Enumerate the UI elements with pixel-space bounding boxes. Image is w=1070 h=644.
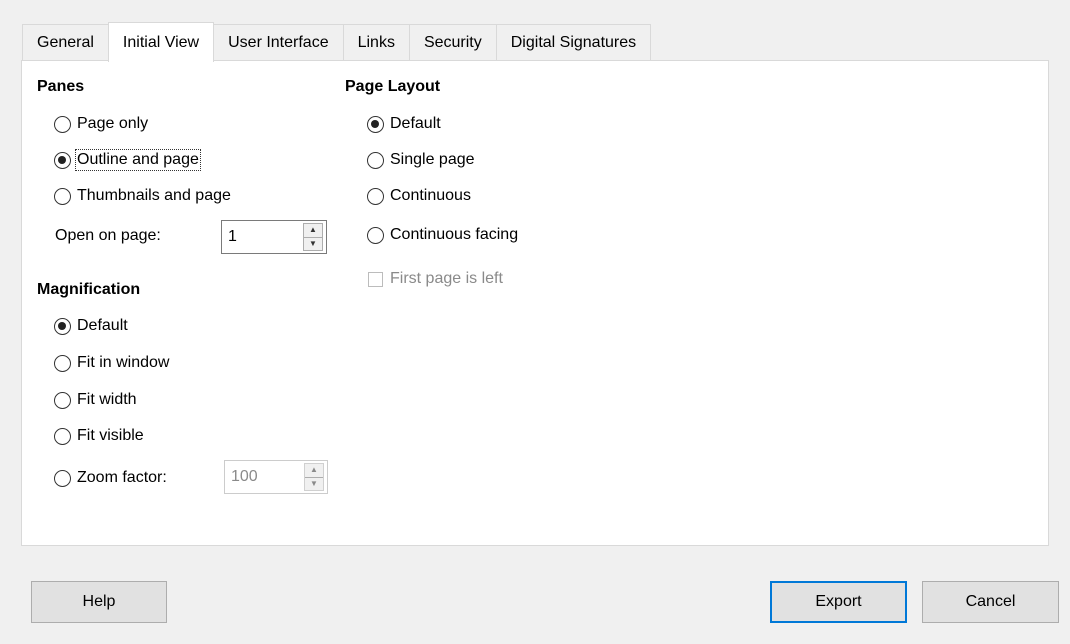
panes-heading: Panes xyxy=(37,78,85,95)
radio-thumbnails-and-page[interactable]: Thumbnails and page xyxy=(54,184,231,208)
page-layout-heading: Page Layout xyxy=(345,78,441,95)
radio-label: Default xyxy=(77,317,128,334)
initial-view-panel: Panes Page only Outline and page Thumbna… xyxy=(21,60,1049,546)
spin-up-icon[interactable]: ▲ xyxy=(305,464,323,477)
radio-fit-width[interactable]: Fit width xyxy=(54,388,137,412)
help-button[interactable]: Help xyxy=(31,581,167,623)
radio-checked-icon xyxy=(367,115,384,133)
radio-circle-icon xyxy=(54,187,71,205)
radio-single-page[interactable]: Single page xyxy=(367,148,475,172)
export-button[interactable]: Export xyxy=(770,581,907,623)
radio-label: Default xyxy=(390,115,441,132)
checkbox-box-icon xyxy=(368,271,383,287)
radio-circle-icon xyxy=(54,427,71,445)
radio-label: Continuous xyxy=(390,187,471,204)
spin-up-icon[interactable]: ▲ xyxy=(304,224,322,237)
radio-page-only[interactable]: Page only xyxy=(54,112,148,136)
radio-outline-and-page[interactable]: Outline and page xyxy=(54,148,201,172)
tab-general[interactable]: General xyxy=(22,24,109,61)
radio-circle-icon xyxy=(54,354,71,372)
radio-label: Single page xyxy=(390,151,475,168)
radio-circle-icon xyxy=(54,469,71,487)
radio-circle-icon xyxy=(367,151,384,169)
radio-circle-icon xyxy=(54,115,71,133)
radio-label: Page only xyxy=(77,115,149,132)
spin-down-icon[interactable]: ▼ xyxy=(304,236,322,251)
open-on-page-spinner[interactable]: 1 ▲ ▼ xyxy=(221,220,327,254)
spinner-arrows[interactable]: ▲ ▼ xyxy=(303,223,323,251)
radio-checked-icon xyxy=(54,151,71,169)
zoom-factor-spinner[interactable]: 100 ▲ ▼ xyxy=(224,460,328,494)
radio-label: Thumbnails and page xyxy=(77,187,231,204)
first-page-left-checkbox[interactable]: First page is left xyxy=(368,270,503,288)
radio-label: Zoom factor: xyxy=(77,469,167,486)
radio-zoom-factor[interactable]: Zoom factor: xyxy=(54,466,167,490)
zoom-factor-value[interactable]: 100 xyxy=(225,468,304,486)
open-on-page-label: Open on page: xyxy=(55,227,161,244)
cancel-button[interactable]: Cancel xyxy=(922,581,1059,623)
radio-layout-default[interactable]: Default xyxy=(367,112,441,136)
radio-fit-visible[interactable]: Fit visible xyxy=(54,424,144,448)
magnification-heading: Magnification xyxy=(37,281,141,298)
radio-continuous-facing[interactable]: Continuous facing xyxy=(367,223,518,247)
radio-label: Fit width xyxy=(77,391,137,408)
radio-circle-icon xyxy=(367,187,384,205)
radio-circle-icon xyxy=(367,226,384,244)
radio-label: Fit in window xyxy=(77,354,170,371)
checkbox-label: First page is left xyxy=(390,270,503,287)
tab-links[interactable]: Links xyxy=(342,24,410,61)
radio-mag-default[interactable]: Default xyxy=(54,314,128,338)
radio-label: Fit visible xyxy=(77,427,144,444)
radio-fit-in-window[interactable]: Fit in window xyxy=(54,351,169,375)
tab-bar: General Initial View User Interface Link… xyxy=(22,22,652,62)
tab-initial-view[interactable]: Initial View xyxy=(107,22,215,62)
radio-continuous[interactable]: Continuous xyxy=(367,184,471,208)
spinner-arrows[interactable]: ▲ ▼ xyxy=(304,463,324,491)
open-on-page-value[interactable]: 1 xyxy=(222,228,303,246)
radio-circle-icon xyxy=(54,391,71,409)
tab-digital-signatures[interactable]: Digital Signatures xyxy=(495,24,652,61)
radio-checked-icon xyxy=(54,317,71,335)
radio-label: Outline and page xyxy=(75,149,201,171)
spin-down-icon[interactable]: ▼ xyxy=(305,476,323,491)
tab-security[interactable]: Security xyxy=(408,24,497,61)
radio-label: Continuous facing xyxy=(390,226,519,243)
tab-user-interface[interactable]: User Interface xyxy=(213,24,344,61)
